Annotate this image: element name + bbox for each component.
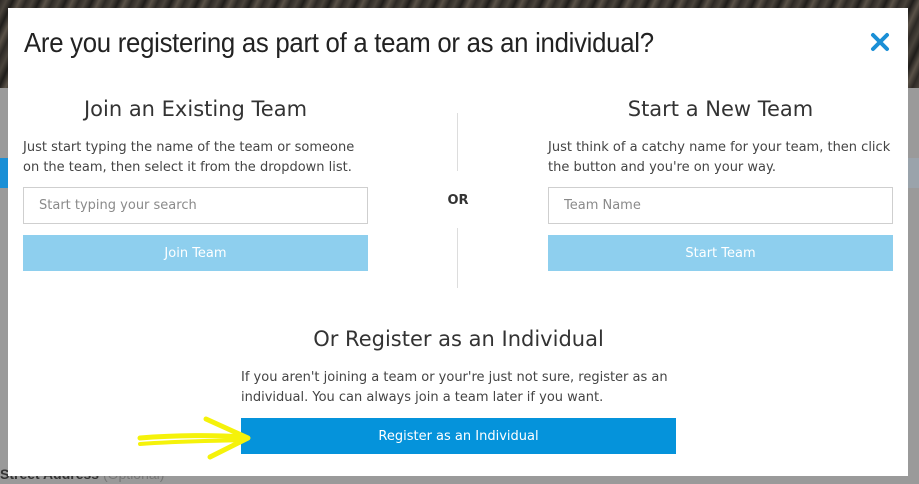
register-individual-button[interactable]: Register as an Individual <box>241 418 676 454</box>
background-nav-left <box>0 158 8 188</box>
background-nav-right <box>908 158 919 188</box>
divider-top <box>457 113 458 171</box>
start-team-description: Just think of a catchy name for your tea… <box>548 140 891 175</box>
close-button[interactable] <box>868 30 892 54</box>
start-team-heading: Start a New Team <box>627 97 814 121</box>
individual-section: Or Register as an Individual If you aren… <box>241 324 676 454</box>
annotation-arrow-icon <box>137 416 251 460</box>
divider-bottom <box>457 228 458 288</box>
join-team-heading: Join an Existing Team <box>83 97 308 121</box>
start-team-section: Start a New Team Just think of a catchy … <box>548 94 893 271</box>
registration-modal: Are you registering as part of a team or… <box>8 8 908 476</box>
modal-title: Are you registering as part of a team or… <box>24 27 654 58</box>
join-team-section: Join an Existing Team Just start typing … <box>23 94 368 271</box>
team-search-input[interactable] <box>23 187 368 224</box>
join-team-button[interactable]: Join Team <box>23 235 368 271</box>
join-team-description: Just start typing the name of the team o… <box>23 140 355 175</box>
team-name-input[interactable] <box>548 187 893 224</box>
close-icon <box>871 33 889 51</box>
individual-heading: Or Register as an Individual <box>313 327 604 351</box>
or-label: OR <box>447 193 469 208</box>
start-team-button[interactable]: Start Team <box>548 235 893 271</box>
individual-description: If you aren't joining a team or your're … <box>241 370 668 405</box>
